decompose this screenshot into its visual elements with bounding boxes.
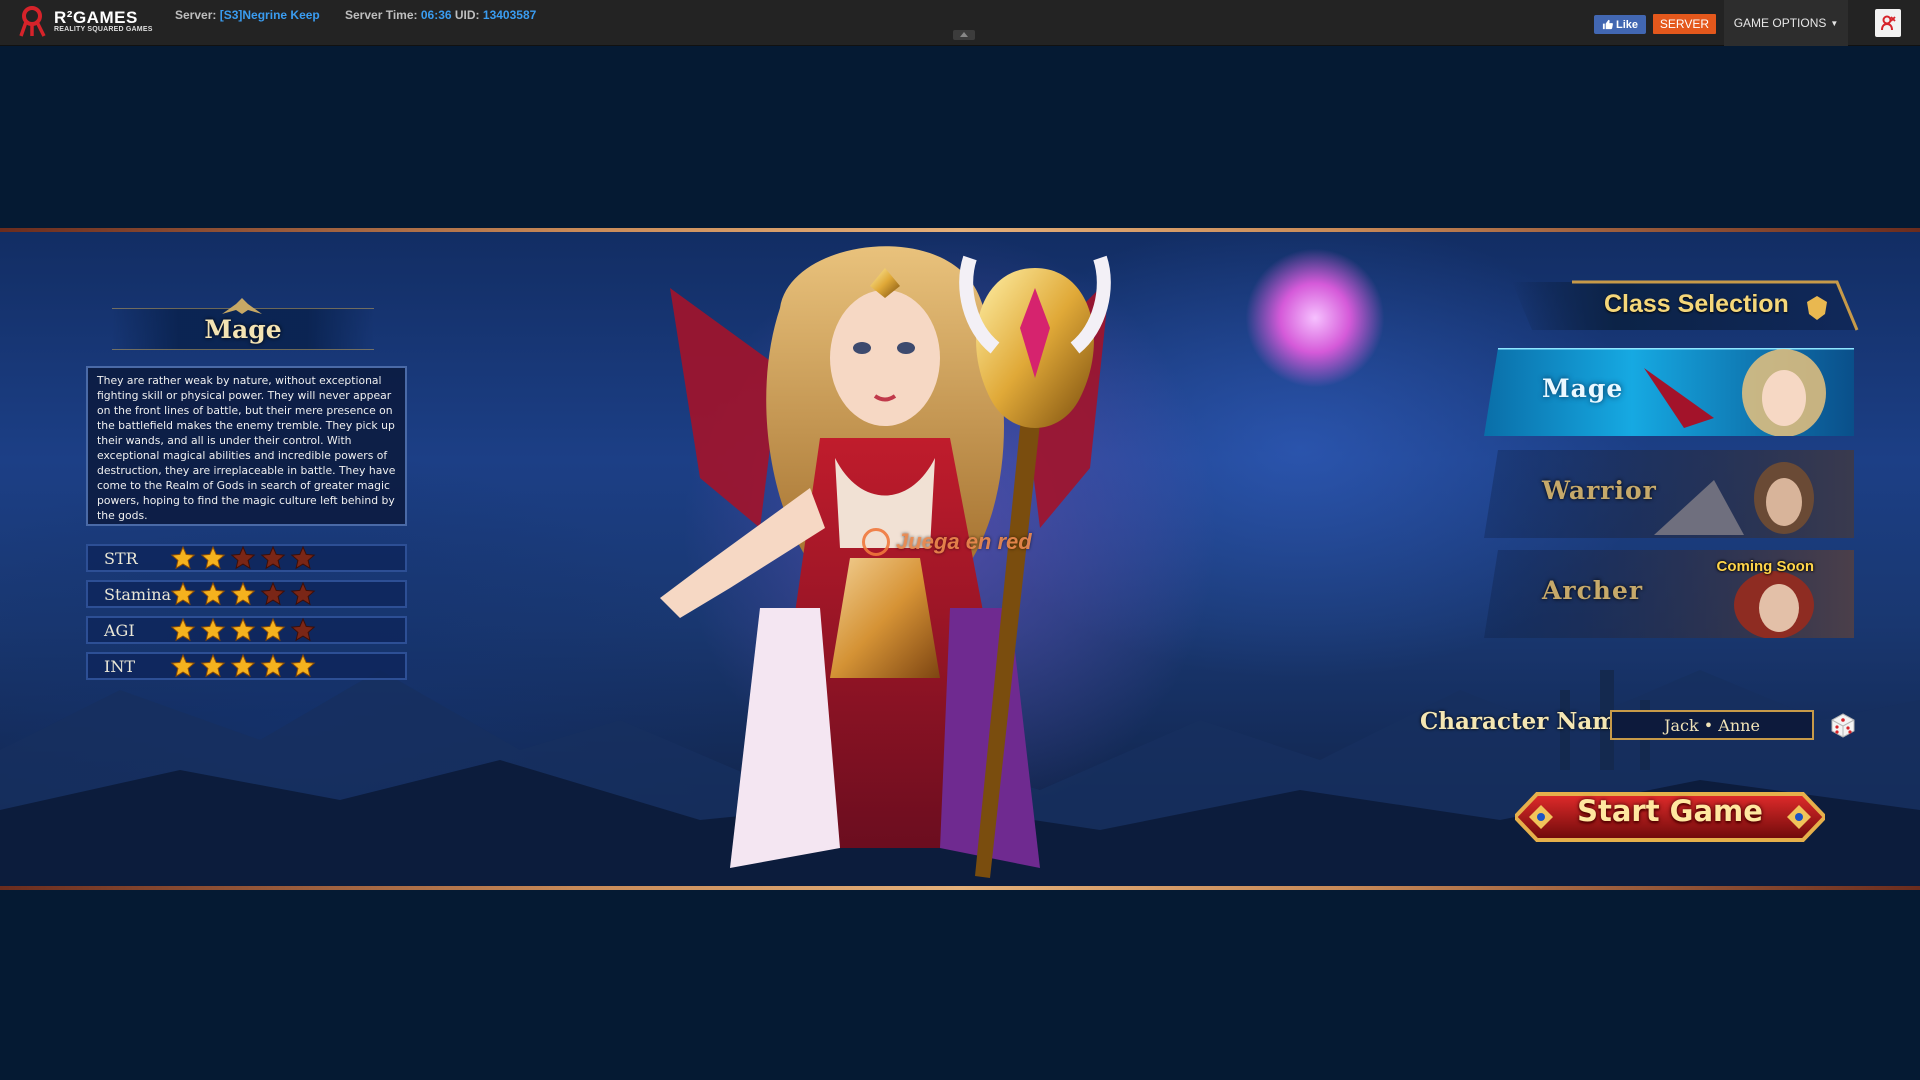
stat-label: Stamina bbox=[104, 584, 172, 604]
logo-name: R²GAMES bbox=[54, 8, 138, 27]
star-filled-icon bbox=[260, 653, 286, 678]
character-name-label: Character Name: bbox=[1420, 708, 1640, 735]
stat-row-str: STR bbox=[86, 544, 407, 572]
character-name-input[interactable] bbox=[1610, 710, 1814, 740]
start-game-label: Start Game bbox=[1577, 794, 1763, 828]
r2games-logo[interactable]: R²GAMES REALITY SQUARED GAMES bbox=[18, 4, 153, 38]
exit-icon bbox=[1881, 15, 1896, 31]
stat-stars bbox=[170, 545, 316, 571]
star-filled-icon bbox=[200, 653, 226, 678]
ornament-icon bbox=[222, 298, 262, 314]
watermark-text: Juega en red bbox=[896, 529, 1032, 554]
coming-soon-badge: Coming Soon bbox=[1716, 558, 1815, 575]
star-filled-icon bbox=[200, 581, 226, 606]
class-option-label: Warrior bbox=[1542, 476, 1657, 505]
star-filled-icon bbox=[170, 581, 196, 606]
class-description: They are rather weak by nature, without … bbox=[86, 366, 407, 526]
class-option-archer[interactable]: Archer Coming Soon bbox=[1484, 550, 1854, 638]
star-filled-icon bbox=[170, 617, 196, 642]
stat-row-stamina: Stamina bbox=[86, 580, 407, 608]
star-filled-icon bbox=[170, 653, 196, 678]
uid-value: 13403587 bbox=[482, 8, 537, 22]
random-name-dice-icon[interactable] bbox=[1830, 712, 1856, 738]
class-option-mage[interactable]: Mage bbox=[1484, 348, 1854, 436]
stat-stars bbox=[170, 617, 316, 643]
stat-row-int: INT bbox=[86, 652, 407, 680]
star-empty-icon bbox=[290, 581, 316, 606]
server-time-label: Server Time: bbox=[345, 8, 418, 22]
class-option-warrior[interactable]: Warrior bbox=[1484, 450, 1854, 538]
r2games-logo-icon bbox=[19, 6, 46, 37]
star-empty-icon bbox=[260, 581, 286, 606]
game-options-label: GAME OPTIONS bbox=[1733, 16, 1827, 30]
top-bar: R²GAMES REALITY SQUARED GAMES Server: [S… bbox=[0, 0, 1920, 46]
class-card-bg bbox=[1484, 450, 1854, 538]
collapse-topbar-button[interactable] bbox=[953, 30, 975, 40]
star-empty-icon bbox=[230, 545, 256, 570]
star-filled-icon bbox=[260, 617, 286, 642]
stage-top-border bbox=[0, 228, 1920, 232]
watermark: Juega en red bbox=[862, 528, 1032, 556]
facebook-like-button[interactable]: Like bbox=[1594, 15, 1646, 34]
server-label: Server: bbox=[175, 8, 217, 22]
class-option-label: Archer bbox=[1542, 576, 1644, 605]
game-options-menu[interactable]: GAME OPTIONS ▼ bbox=[1724, 0, 1848, 46]
character-creation-stage: Juega en red Mage They are rather weak b… bbox=[0, 228, 1920, 890]
star-filled-icon bbox=[200, 617, 226, 642]
stage-bottom-border bbox=[0, 886, 1920, 890]
server-time-info: Server Time: 06:36 UID: 13403587 bbox=[345, 8, 536, 22]
selected-class-title: Mage bbox=[204, 314, 282, 344]
uid-label: UID: bbox=[454, 8, 480, 22]
stat-row-agi: AGI bbox=[86, 616, 407, 644]
star-filled-icon bbox=[230, 581, 256, 606]
caret-down-icon: ▼ bbox=[1830, 18, 1839, 28]
stat-stars bbox=[170, 581, 316, 607]
star-filled-icon bbox=[170, 545, 196, 570]
server-info: Server: [S3]Negrine Keep bbox=[175, 8, 320, 22]
selected-class-header: Mage bbox=[112, 298, 374, 350]
server-time-value: 06:36 bbox=[420, 8, 452, 22]
star-filled-icon bbox=[230, 653, 256, 678]
stat-label: INT bbox=[104, 656, 135, 676]
stat-stars bbox=[170, 653, 316, 679]
star-filled-icon bbox=[200, 545, 226, 570]
class-selection-title: Class Selection bbox=[1604, 290, 1789, 318]
like-label: Like bbox=[1615, 18, 1638, 31]
facebook-like-icon bbox=[1602, 19, 1613, 30]
mage-character-art bbox=[660, 246, 1111, 878]
server-button[interactable]: SERVER bbox=[1653, 14, 1716, 34]
watermark-icon bbox=[862, 528, 890, 556]
star-empty-icon bbox=[290, 545, 316, 570]
logo-tagline: REALITY SQUARED GAMES bbox=[54, 26, 153, 33]
star-empty-icon bbox=[290, 617, 316, 642]
star-empty-icon bbox=[260, 545, 286, 570]
exit-button[interactable] bbox=[1875, 9, 1901, 37]
class-card-bg bbox=[1484, 348, 1854, 436]
class-option-label: Mage bbox=[1542, 374, 1624, 403]
star-filled-icon bbox=[290, 653, 316, 678]
stat-label: STR bbox=[104, 548, 138, 568]
server-value[interactable]: [S3]Negrine Keep bbox=[220, 8, 320, 22]
stat-label: AGI bbox=[104, 620, 135, 640]
star-filled-icon bbox=[230, 617, 256, 642]
